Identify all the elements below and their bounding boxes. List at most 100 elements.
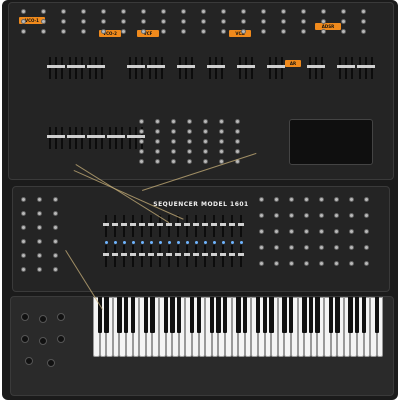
step-slider[interactable] — [175, 215, 181, 237]
patch-jack-icon[interactable] — [361, 19, 366, 24]
patch-jack-icon[interactable] — [53, 211, 58, 216]
patch-jack-icon[interactable] — [349, 229, 354, 234]
patch-jack-icon[interactable] — [235, 129, 240, 134]
patch-jack-icon[interactable] — [221, 29, 226, 34]
patch-jack-icon[interactable] — [349, 197, 354, 202]
black-key[interactable] — [374, 297, 380, 333]
step-slider[interactable] — [112, 245, 118, 267]
patch-jack-icon[interactable] — [171, 159, 176, 164]
patch-jack-icon[interactable] — [281, 29, 286, 34]
patch-jack-icon[interactable] — [21, 267, 26, 272]
slider[interactable] — [307, 57, 313, 79]
patch-jack-icon[interactable] — [259, 261, 264, 266]
slider[interactable] — [349, 57, 355, 79]
patch-jack-icon[interactable] — [361, 9, 366, 14]
step-slider[interactable] — [184, 245, 190, 267]
black-key[interactable] — [335, 297, 340, 333]
slider[interactable] — [127, 57, 133, 79]
patch-jack-icon[interactable] — [364, 197, 369, 202]
patch-jack-icon[interactable] — [21, 211, 26, 216]
patch-jack-icon[interactable] — [349, 213, 354, 218]
patch-jack-icon[interactable] — [364, 261, 369, 266]
black-key[interactable] — [124, 297, 129, 333]
black-key[interactable] — [302, 297, 307, 333]
patch-jack-icon[interactable] — [161, 29, 166, 34]
patch-jack-icon[interactable] — [334, 213, 339, 218]
patch-jack-icon[interactable] — [187, 129, 192, 134]
slider[interactable] — [313, 57, 319, 79]
patch-jack-icon[interactable] — [81, 19, 86, 24]
patch-jack-icon[interactable] — [37, 211, 42, 216]
patch-jack-icon[interactable] — [37, 267, 42, 272]
patch-jack-icon[interactable] — [341, 19, 346, 24]
black-key[interactable] — [308, 297, 314, 333]
black-key[interactable] — [289, 297, 294, 333]
patch-jack-icon[interactable] — [361, 29, 366, 34]
patch-jack-icon[interactable] — [261, 29, 266, 34]
slider[interactable] — [237, 57, 243, 79]
step-slider[interactable] — [139, 215, 145, 237]
patch-jack-icon[interactable] — [341, 29, 346, 34]
black-key[interactable] — [196, 297, 201, 333]
patch-jack-icon[interactable] — [304, 261, 309, 266]
patch-jack-icon[interactable] — [155, 149, 160, 154]
slider[interactable] — [133, 127, 139, 149]
knob-icon[interactable] — [39, 315, 47, 323]
patch-jack-icon[interactable] — [203, 119, 208, 124]
black-key[interactable] — [216, 297, 221, 333]
patch-jack-icon[interactable] — [334, 229, 339, 234]
black-key[interactable] — [163, 297, 168, 333]
patch-jack-icon[interactable] — [53, 197, 58, 202]
patch-jack-icon[interactable] — [101, 9, 106, 14]
slider[interactable] — [119, 127, 125, 149]
knob-icon[interactable] — [21, 313, 29, 321]
black-key[interactable] — [269, 297, 274, 333]
patch-jack-icon[interactable] — [201, 9, 206, 14]
patch-jack-icon[interactable] — [274, 197, 279, 202]
step-slider[interactable] — [157, 245, 163, 267]
patch-jack-icon[interactable] — [364, 229, 369, 234]
step-slider[interactable] — [166, 215, 172, 237]
black-key[interactable] — [236, 297, 241, 333]
patch-jack-icon[interactable] — [41, 9, 46, 14]
patch-jack-icon[interactable] — [121, 19, 126, 24]
patch-jack-icon[interactable] — [319, 229, 324, 234]
patch-jack-icon[interactable] — [321, 9, 326, 14]
patch-jack-icon[interactable] — [21, 253, 26, 258]
patch-jack-icon[interactable] — [61, 9, 66, 14]
patch-jack-icon[interactable] — [301, 19, 306, 24]
step-slider[interactable] — [229, 215, 235, 237]
knob-icon[interactable] — [21, 335, 29, 343]
patch-jack-icon[interactable] — [187, 139, 192, 144]
black-key[interactable] — [176, 297, 182, 333]
patch-jack-icon[interactable] — [301, 9, 306, 14]
step-slider[interactable] — [130, 245, 136, 267]
patch-jack-icon[interactable] — [319, 213, 324, 218]
patch-jack-icon[interactable] — [155, 129, 160, 134]
patch-jack-icon[interactable] — [21, 225, 26, 230]
slider[interactable] — [79, 127, 85, 149]
slider[interactable] — [133, 57, 139, 79]
step-slider[interactable] — [211, 215, 217, 237]
patch-jack-icon[interactable] — [121, 29, 126, 34]
step-slider[interactable] — [220, 245, 226, 267]
patch-jack-icon[interactable] — [319, 197, 324, 202]
black-key[interactable] — [104, 297, 109, 333]
patch-jack-icon[interactable] — [21, 19, 26, 24]
patch-jack-icon[interactable] — [171, 119, 176, 124]
patch-jack-icon[interactable] — [349, 245, 354, 250]
patch-jack-icon[interactable] — [274, 229, 279, 234]
patch-jack-icon[interactable] — [141, 19, 146, 24]
step-slider[interactable] — [238, 215, 244, 237]
step-slider[interactable] — [220, 215, 226, 237]
patch-jack-icon[interactable] — [187, 119, 192, 124]
slider[interactable] — [357, 57, 363, 79]
patch-jack-icon[interactable] — [21, 29, 26, 34]
knob-icon[interactable] — [47, 359, 55, 367]
slider[interactable] — [67, 127, 73, 149]
patch-jack-icon[interactable] — [139, 129, 144, 134]
patch-jack-icon[interactable] — [289, 213, 294, 218]
slider[interactable] — [153, 57, 159, 79]
patch-jack-icon[interactable] — [221, 9, 226, 14]
patch-jack-icon[interactable] — [304, 245, 309, 250]
